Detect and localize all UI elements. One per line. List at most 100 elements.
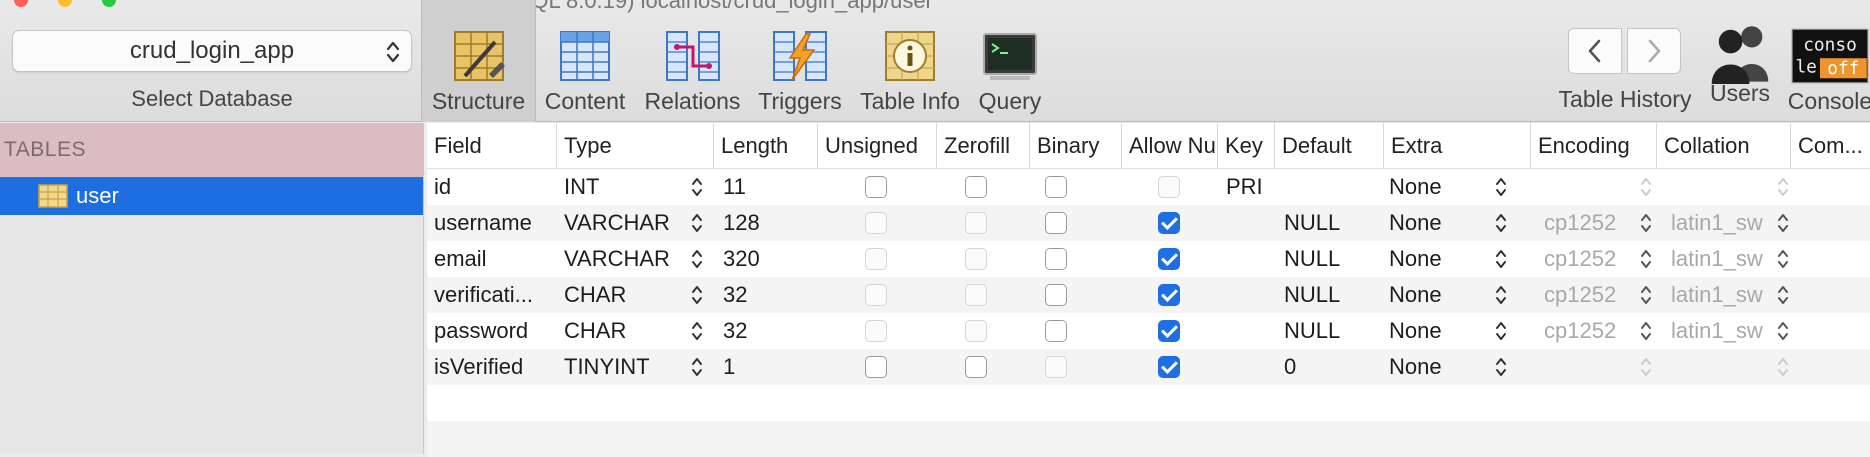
type-chevron-updown-icon[interactable] [690,210,704,236]
key-cell[interactable] [1226,205,1276,241]
type-cell[interactable]: VARCHAR [564,205,684,241]
encoding-chevron-updown-icon[interactable] [1639,282,1653,308]
field-name-cell[interactable]: email [434,241,552,277]
extra-chevron-updown-icon[interactable] [1494,282,1508,308]
allow-null-checkbox[interactable] [1158,284,1180,306]
column-header-encoding[interactable]: Encoding [1531,123,1657,169]
allow-null-checkbox[interactable] [1158,176,1180,198]
table-row[interactable]: verificati... CHAR 32 NULL None cp1252 latin1_… [427,277,1870,313]
encoding-chevron-updown-icon[interactable] [1639,354,1653,380]
column-header-length[interactable]: Length [714,123,818,169]
field-name-cell[interactable]: password [434,313,552,349]
default-cell[interactable]: NULL [1284,313,1374,349]
encoding-chevron-updown-icon[interactable] [1639,174,1653,200]
unsigned-checkbox[interactable] [865,248,887,270]
column-header-type[interactable]: Type [557,123,714,169]
type-cell[interactable]: CHAR [564,313,684,349]
encoding-chevron-updown-icon[interactable] [1639,210,1653,236]
encoding-chevron-updown-icon[interactable] [1639,318,1653,344]
table-row[interactable]: id INT 11 PRI None [427,169,1870,205]
type-cell[interactable]: CHAR [564,277,684,313]
type-chevron-updown-icon[interactable] [690,282,704,308]
type-chevron-updown-icon[interactable] [690,354,704,380]
collation-cell[interactable]: latin1_sw [1671,241,1771,277]
encoding-cell[interactable] [1544,169,1636,205]
type-cell[interactable]: INT [564,169,684,205]
extra-chevron-updown-icon[interactable] [1494,210,1508,236]
zerofill-checkbox[interactable] [965,320,987,342]
key-cell[interactable] [1226,313,1276,349]
binary-checkbox[interactable] [1045,248,1067,270]
column-header-allow-null[interactable]: Allow Null [1122,123,1218,169]
field-name-cell[interactable]: username [434,205,552,241]
unsigned-checkbox[interactable] [865,284,887,306]
encoding-chevron-updown-icon[interactable] [1639,246,1653,272]
key-cell[interactable] [1226,277,1276,313]
unsigned-checkbox[interactable] [865,356,887,378]
column-header-field[interactable]: Field [427,123,557,169]
tab-content[interactable]: Content [540,0,630,122]
extra-cell[interactable]: None [1389,277,1479,313]
extra-cell[interactable]: None [1389,205,1479,241]
type-chevron-updown-icon[interactable] [690,246,704,272]
zerofill-checkbox[interactable] [965,356,987,378]
length-cell[interactable]: 11 [723,169,813,205]
table-row[interactable]: password CHAR 32 NULL None cp1252 latin1_sw [427,313,1870,349]
extra-cell[interactable]: None [1389,313,1479,349]
allow-null-checkbox[interactable] [1158,320,1180,342]
default-cell[interactable]: NULL [1284,205,1374,241]
column-header-extra[interactable]: Extra [1384,123,1531,169]
tab-relations[interactable]: Relations [640,0,745,122]
zerofill-checkbox[interactable] [965,176,987,198]
extra-cell[interactable]: None [1389,169,1479,205]
zerofill-checkbox[interactable] [965,248,987,270]
collation-cell[interactable] [1671,349,1771,385]
history-back-button[interactable] [1568,28,1622,74]
collation-chevron-updown-icon[interactable] [1776,210,1790,236]
minimize-window-button[interactable] [58,0,72,7]
length-cell[interactable]: 128 [723,205,813,241]
key-cell[interactable] [1226,241,1276,277]
tab-triggers[interactable]: Triggers [750,0,850,122]
column-header-key[interactable]: Key [1218,123,1275,169]
sidebar-item-user[interactable]: user [0,177,423,215]
binary-checkbox[interactable] [1045,320,1067,342]
encoding-cell[interactable]: cp1252 [1544,313,1636,349]
type-cell[interactable]: VARCHAR [564,241,684,277]
column-header-default[interactable]: Default [1275,123,1384,169]
type-cell[interactable]: TINYINT [564,349,684,385]
default-cell[interactable]: NULL [1284,277,1374,313]
collation-chevron-updown-icon[interactable] [1776,282,1790,308]
close-window-button[interactable] [14,0,28,7]
collation-chevron-updown-icon[interactable] [1776,174,1790,200]
column-header-binary[interactable]: Binary [1030,123,1122,169]
zoom-window-button[interactable] [102,0,116,7]
users-button[interactable]: Users [1700,0,1780,122]
extra-chevron-updown-icon[interactable] [1494,246,1508,272]
column-header-zerofill[interactable]: Zerofill [937,123,1030,169]
unsigned-checkbox[interactable] [865,320,887,342]
length-cell[interactable]: 320 [723,241,813,277]
field-name-cell[interactable]: isVerified [434,349,552,385]
field-name-cell[interactable]: verificati... [434,277,552,313]
extra-cell[interactable]: None [1389,241,1479,277]
default-cell[interactable] [1284,169,1374,205]
encoding-cell[interactable] [1544,349,1636,385]
collation-cell[interactable]: latin1_sw [1671,277,1771,313]
type-chevron-updown-icon[interactable] [690,318,704,344]
binary-checkbox[interactable] [1045,356,1067,378]
binary-checkbox[interactable] [1045,176,1067,198]
column-header-unsigned[interactable]: Unsigned [818,123,937,169]
column-header-comment[interactable]: Com... [1791,123,1870,169]
unsigned-checkbox[interactable] [865,176,887,198]
length-cell[interactable]: 32 [723,277,813,313]
extra-chevron-updown-icon[interactable] [1494,354,1508,380]
tab-query[interactable]: Query [970,0,1050,122]
default-cell[interactable]: 0 [1284,349,1374,385]
type-chevron-updown-icon[interactable] [690,174,704,200]
key-cell[interactable] [1226,349,1276,385]
zerofill-checkbox[interactable] [965,284,987,306]
table-row[interactable]: isVerified TINYINT 1 0 None [427,349,1870,385]
default-cell[interactable]: NULL [1284,241,1374,277]
collation-chevron-updown-icon[interactable] [1776,354,1790,380]
